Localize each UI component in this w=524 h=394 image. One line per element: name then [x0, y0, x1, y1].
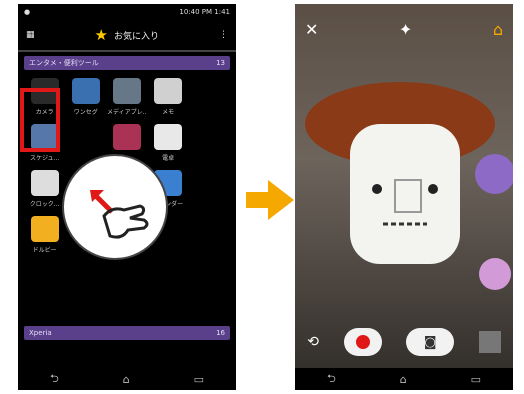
app-label: ワンセグ — [73, 109, 98, 116]
app-memo[interactable]: メモ — [148, 78, 189, 116]
media-icon — [112, 78, 141, 104]
recent-apps-button[interactable]: ▭ — [194, 373, 204, 386]
app-label: クロック... — [29, 201, 60, 208]
section-title: Xperia — [29, 329, 52, 337]
app-label: メディアプレ... — [106, 109, 147, 116]
flash-off-icon[interactable]: ✕ — [305, 20, 318, 39]
section-title: エンタメ・便利ツール — [29, 59, 99, 67]
record-button[interactable] — [343, 328, 382, 356]
app-icon — [112, 124, 141, 150]
dolby-icon — [30, 216, 59, 242]
status-bar: ● 10:40 PM 1:41 — [18, 4, 236, 20]
notification-icon: ● — [24, 8, 31, 16]
app-media[interactable]: メディアプレ... — [106, 78, 147, 116]
camera-switch-icon[interactable]: ⌂ — [493, 20, 503, 39]
camera-icon: ◙ — [423, 334, 437, 350]
status-time: 10:40 PM 1:41 — [179, 8, 230, 16]
nav-bar: ⮌ ⌂ ▭ — [295, 368, 513, 390]
back-button[interactable]: ⮌ — [50, 370, 59, 389]
empty-slot — [195, 124, 223, 150]
app-label: メモ — [162, 109, 175, 116]
camera-screen: ✕ ✦ ⌂ ⟲ ◙ ⮌ ⌂ ▭ — [295, 4, 513, 390]
clock-icon — [30, 170, 59, 196]
tab-favorites[interactable]: ★ お気に入り — [94, 25, 159, 44]
front-camera-icon[interactable]: ⟲ — [307, 334, 319, 350]
drawer-tab-bar: ▦ ★ お気に入り ⋮ — [18, 20, 236, 52]
tab-favorites-label: お気に入り — [113, 31, 159, 42]
app-empty — [189, 78, 230, 116]
app-label: ドルビー — [32, 247, 57, 254]
memo-icon — [154, 78, 183, 104]
tv-icon — [71, 78, 100, 104]
app-tv[interactable]: ワンセグ — [65, 78, 106, 116]
section-badge: 16 — [216, 329, 225, 337]
record-icon — [355, 335, 370, 349]
empty-slot — [195, 170, 223, 196]
app-empty — [189, 170, 230, 208]
nav-bar: ⮌ ⌂ ▭ — [18, 368, 236, 390]
recent-apps-button[interactable]: ▭ — [471, 373, 481, 386]
grid-icon[interactable]: ▦ — [26, 30, 35, 40]
app-label: スケジュ... — [29, 155, 60, 162]
tap-hand-icon — [62, 154, 168, 260]
home-button[interactable]: ⌂ — [123, 373, 130, 386]
home-button[interactable]: ⌂ — [400, 373, 407, 386]
back-button[interactable]: ⮌ — [327, 370, 336, 389]
scene-icon[interactable]: ✦ — [399, 20, 412, 39]
app-clock[interactable]: クロック... — [24, 170, 65, 208]
empty-slot — [195, 78, 223, 104]
more-vert-icon[interactable]: ⋮ — [219, 30, 228, 40]
gallery-thumbnail[interactable] — [478, 331, 501, 353]
star-icon: ★ — [94, 25, 108, 44]
section-badge: 13 — [216, 59, 225, 67]
camera-highlight-box — [20, 88, 60, 152]
arrow-right-icon — [246, 180, 294, 220]
calculator-icon — [154, 124, 183, 150]
section-header-xperia[interactable]: Xperia 16 — [24, 326, 230, 340]
camera-top-bar: ✕ ✦ ⌂ — [305, 20, 503, 39]
app-dolby[interactable]: ドルビー — [24, 216, 65, 254]
section-header-entertainment[interactable]: エンタメ・便利ツール 13 — [24, 56, 230, 70]
shutter-bar: ⟲ ◙ — [295, 328, 513, 356]
empty-slot — [72, 124, 100, 150]
shutter-button[interactable]: ◙ — [406, 328, 455, 356]
app-empty — [189, 124, 230, 162]
